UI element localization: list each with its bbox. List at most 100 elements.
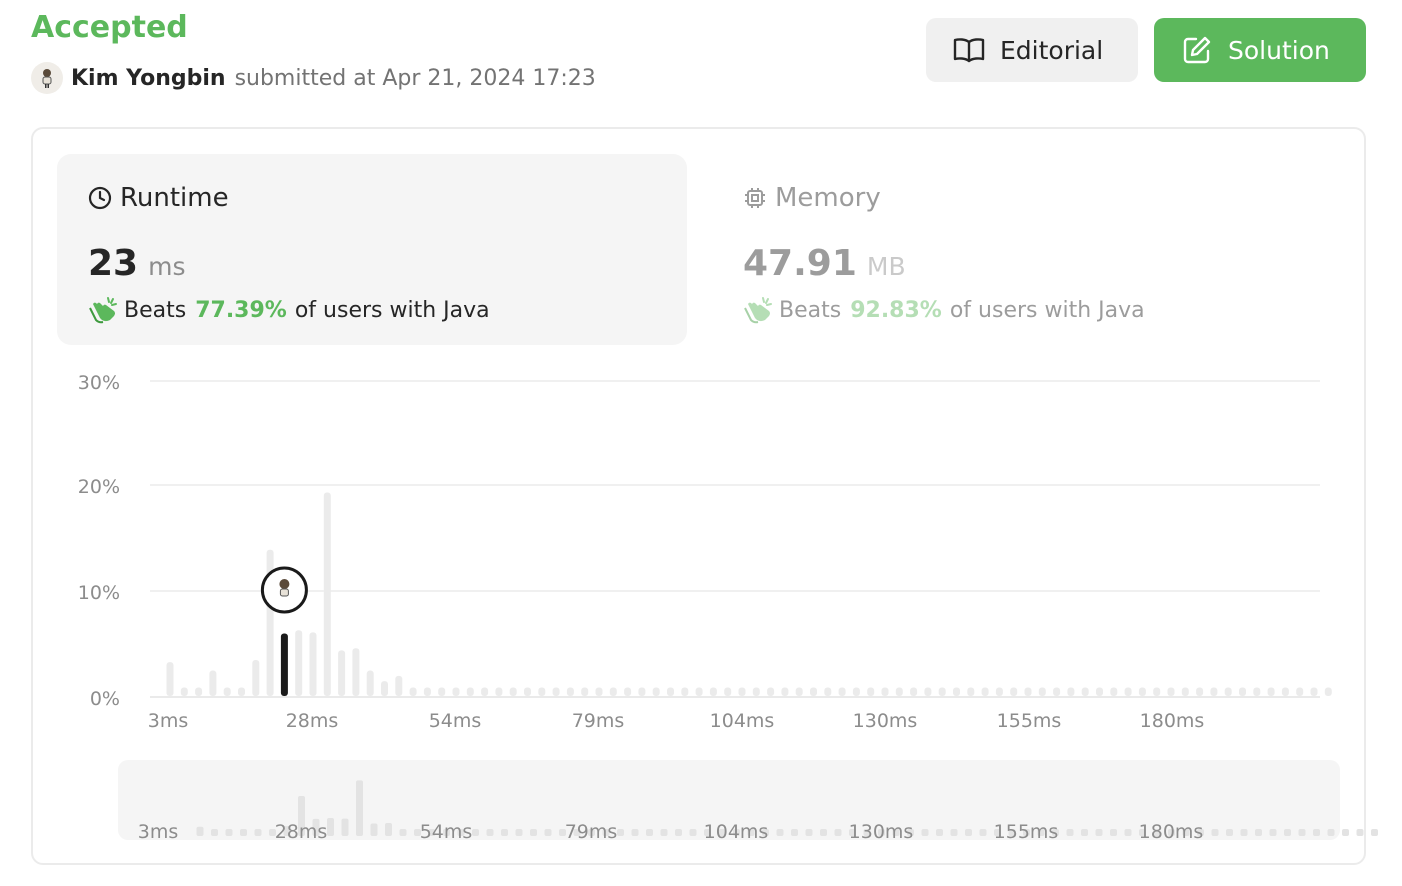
bar [509, 687, 517, 696]
mini-bar [399, 829, 407, 836]
y-tick-label: 30% [78, 372, 120, 394]
mini-bar [1371, 829, 1378, 836]
bar [309, 632, 317, 696]
bar [1181, 687, 1189, 696]
y-tick-label: 10% [78, 582, 120, 604]
bar [938, 687, 946, 696]
mini-bar [660, 829, 668, 836]
mini-bar [617, 829, 624, 836]
mini-bar [834, 829, 842, 836]
mini-bar [675, 829, 682, 836]
bar [781, 687, 789, 696]
bar [1210, 687, 1218, 696]
bar [381, 681, 388, 696]
bar [1267, 687, 1275, 696]
bar [595, 687, 603, 696]
mini-bar [689, 829, 697, 836]
mini-x-tick-label: 180ms [1139, 821, 1204, 843]
mini-bar [196, 826, 204, 836]
mini-bar [211, 829, 218, 836]
x-tick-label: 28ms [286, 710, 339, 732]
bar [1196, 687, 1204, 696]
mini-bar [1081, 829, 1088, 836]
bar [495, 687, 503, 696]
bar [895, 687, 903, 696]
bar [581, 687, 589, 696]
mini-bar [646, 829, 653, 836]
mini-x-tick-label: 3ms [138, 821, 179, 843]
mini-bar [240, 829, 247, 836]
mini-bar [1255, 829, 1262, 836]
bar [423, 687, 431, 696]
bar [395, 675, 403, 696]
mini-bar [1342, 829, 1349, 836]
bar [838, 687, 846, 696]
x-tick-label: 54ms [429, 710, 482, 732]
mini-bar [776, 829, 784, 836]
mini-x-tick-label: 155ms [994, 821, 1059, 843]
bar [695, 687, 703, 696]
bar [366, 670, 374, 696]
bar [953, 687, 960, 696]
bar [867, 687, 875, 696]
mini-bar [965, 829, 972, 836]
bar [238, 687, 245, 696]
bar [1310, 687, 1318, 696]
bar [824, 687, 832, 696]
bar [652, 687, 660, 696]
bar [538, 687, 546, 696]
mini-bar [486, 829, 494, 836]
bar [981, 687, 989, 696]
mini-bar [225, 829, 233, 836]
mini-bar [370, 823, 378, 836]
mini-bar [1240, 829, 1248, 836]
bar [667, 687, 674, 696]
x-tick-label: 130ms [853, 710, 918, 732]
runtime-distribution-chart: 0% 10% 20% 30% 3ms 28ms 54ms 79ms 104ms 130ms 155m… [78, 372, 1378, 843]
bar [552, 687, 560, 696]
mini-bar [1110, 829, 1117, 836]
mini-bar [530, 829, 537, 836]
bar [795, 687, 803, 696]
bar [1167, 687, 1175, 696]
mini-bar [1269, 829, 1277, 836]
mini-bar [1313, 829, 1320, 836]
bar [752, 687, 760, 696]
mini-bar [979, 829, 987, 836]
bar [1096, 687, 1103, 696]
bar [1124, 687, 1132, 696]
mini-bar [254, 829, 262, 836]
bar [1038, 687, 1046, 696]
bar [252, 659, 260, 696]
mini-bar [515, 829, 523, 836]
mini-bar [1124, 829, 1132, 836]
mini-bar [1327, 829, 1335, 836]
bar [323, 492, 331, 696]
bar [438, 687, 446, 696]
bar [1053, 687, 1061, 696]
bar [566, 687, 574, 696]
x-tick-label: 180ms [1140, 710, 1205, 732]
bar [452, 687, 460, 696]
bar [409, 687, 417, 696]
bar [1239, 687, 1246, 696]
bar [1153, 687, 1161, 696]
mini-x-tick-label: 28ms [275, 821, 328, 843]
bar [481, 687, 489, 696]
mini-bar [1095, 829, 1103, 836]
mini-bar [385, 822, 392, 836]
bar [1138, 687, 1146, 696]
mini-bar [327, 818, 334, 836]
mini-bar [356, 780, 363, 836]
mini-bar [472, 829, 479, 836]
mini-bar [1356, 829, 1364, 836]
bar [624, 687, 632, 696]
mini-x-tick-label: 79ms [565, 821, 618, 843]
bar [1253, 687, 1261, 696]
y-tick-label: 20% [78, 476, 120, 498]
x-tick-label: 3ms [148, 710, 189, 732]
mini-bar [1066, 829, 1074, 836]
bar [295, 630, 303, 696]
bar [681, 687, 689, 696]
bar [1010, 687, 1018, 696]
